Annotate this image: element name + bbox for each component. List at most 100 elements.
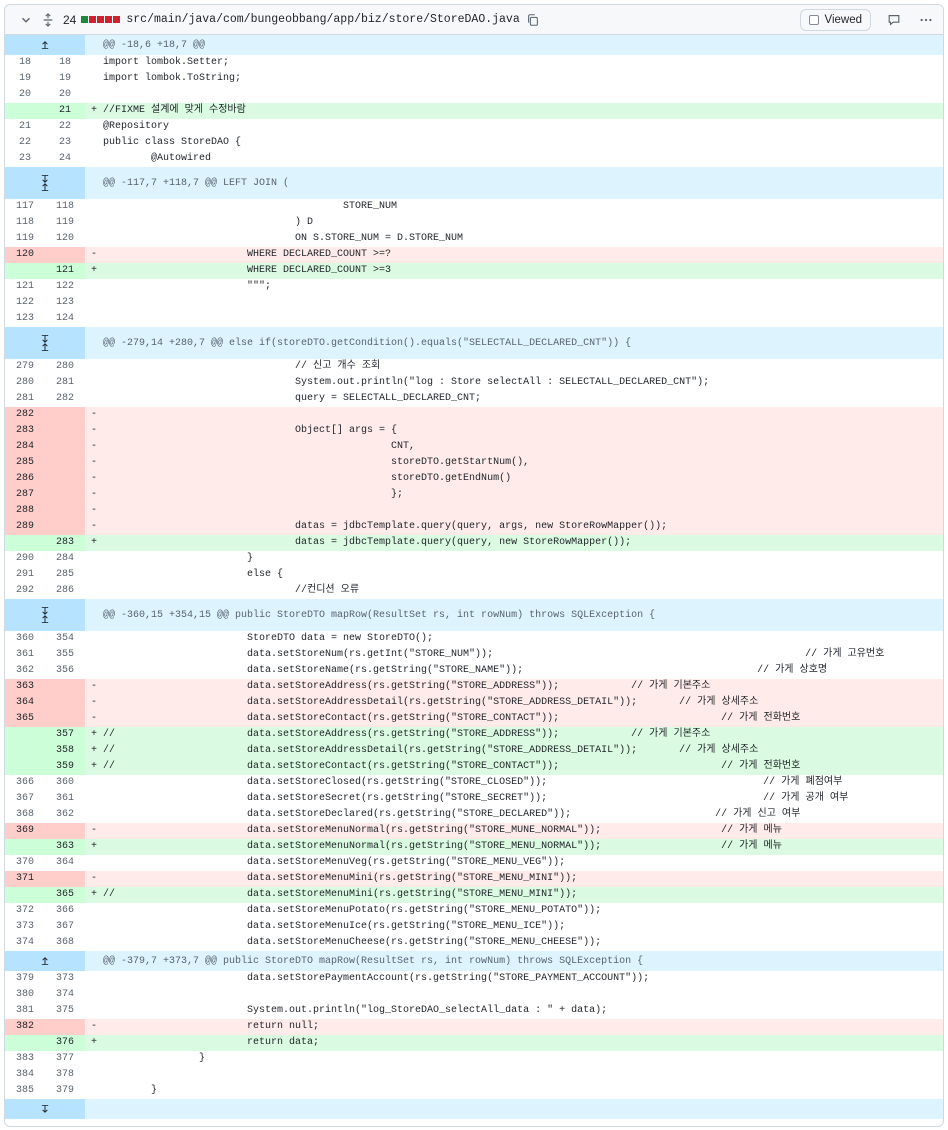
fold-up-icon[interactable] bbox=[41, 615, 49, 623]
new-line-number[interactable] bbox=[45, 471, 85, 487]
new-line-number[interactable]: 285 bbox=[45, 567, 85, 583]
old-line-number[interactable]: 284 bbox=[5, 439, 45, 455]
new-line-number[interactable]: 379 bbox=[45, 1083, 85, 1099]
context-line[interactable]: 281 282 query = SELECTALL_DECLARED_CNT; bbox=[5, 391, 943, 407]
new-line-number[interactable]: 123 bbox=[45, 295, 85, 311]
hunk-expander[interactable] bbox=[5, 599, 85, 631]
context-line[interactable]: 366 360 data.setStoreClosed(rs.getString(… bbox=[5, 775, 943, 791]
context-line[interactable]: 379 373 data.setStorePaymentAccount(rs.ge… bbox=[5, 971, 943, 987]
deleted-line[interactable]: 369 - data.setStoreMenuNormal(rs.getStrin… bbox=[5, 823, 943, 839]
new-line-number[interactable]: 20 bbox=[45, 87, 85, 103]
old-line-number[interactable]: 369 bbox=[5, 823, 45, 839]
new-line-number[interactable]: 281 bbox=[45, 375, 85, 391]
context-line[interactable]: 18 18 import lombok.Setter; bbox=[5, 55, 943, 71]
old-line-number[interactable]: 365 bbox=[5, 711, 45, 727]
new-line-number[interactable]: 24 bbox=[45, 151, 85, 167]
old-line-number[interactable] bbox=[5, 839, 45, 855]
old-line-number[interactable]: 364 bbox=[5, 695, 45, 711]
new-line-number[interactable] bbox=[45, 679, 85, 695]
context-line[interactable]: 20 20 bbox=[5, 87, 943, 103]
copy-icon[interactable] bbox=[524, 11, 542, 29]
new-line-number[interactable]: 374 bbox=[45, 987, 85, 1003]
new-line-number[interactable]: 286 bbox=[45, 583, 85, 599]
added-line[interactable]: 359 + // data.setStoreContact(rs.getString… bbox=[5, 759, 943, 775]
old-line-number[interactable]: 381 bbox=[5, 1003, 45, 1019]
context-line[interactable]: 380 374 bbox=[5, 987, 943, 1003]
new-line-number[interactable]: 280 bbox=[45, 359, 85, 375]
old-line-number[interactable]: 287 bbox=[5, 487, 45, 503]
new-line-number[interactable] bbox=[45, 455, 85, 471]
deleted-line[interactable]: 371 - data.setStoreMenuMini(rs.getString(… bbox=[5, 871, 943, 887]
old-line-number[interactable] bbox=[5, 1035, 45, 1051]
new-line-number[interactable]: 122 bbox=[45, 279, 85, 295]
context-line[interactable]: 280 281 System.out.println("log : Store s… bbox=[5, 375, 943, 391]
old-line-number[interactable]: 363 bbox=[5, 679, 45, 695]
deleted-line[interactable]: 287 - }; bbox=[5, 487, 943, 503]
new-line-number[interactable]: 362 bbox=[45, 807, 85, 823]
deleted-line[interactable]: 364 - data.setStoreAddressDetail(rs.getSt… bbox=[5, 695, 943, 711]
old-line-number[interactable]: 289 bbox=[5, 519, 45, 535]
old-line-number[interactable]: 371 bbox=[5, 871, 45, 887]
added-line[interactable]: 21 + //FIXME 설계에 맞게 수정바람 bbox=[5, 103, 943, 119]
new-line-number[interactable]: 120 bbox=[45, 231, 85, 247]
hunk-expander[interactable] bbox=[5, 167, 85, 199]
new-line-number[interactable]: 366 bbox=[45, 903, 85, 919]
context-line[interactable]: 122 123 bbox=[5, 295, 943, 311]
old-line-number[interactable]: 382 bbox=[5, 1019, 45, 1035]
context-line[interactable]: 383 377 } bbox=[5, 1051, 943, 1067]
comment-icon[interactable] bbox=[885, 11, 903, 29]
old-line-number[interactable]: 283 bbox=[5, 423, 45, 439]
new-line-number[interactable] bbox=[45, 823, 85, 839]
new-line-number[interactable]: 357 bbox=[45, 727, 85, 743]
new-line-number[interactable]: 361 bbox=[45, 791, 85, 807]
old-line-number[interactable]: 119 bbox=[5, 231, 45, 247]
new-line-number[interactable] bbox=[45, 503, 85, 519]
fold-down-icon[interactable] bbox=[41, 607, 49, 615]
new-line-number[interactable]: 119 bbox=[45, 215, 85, 231]
deleted-line[interactable]: 365 - data.setStoreContact(rs.getString("… bbox=[5, 711, 943, 727]
context-line[interactable]: 373 367 data.setStoreMenuIce(rs.getString… bbox=[5, 919, 943, 935]
context-line[interactable]: 372 366 data.setStoreMenuPotato(rs.getStr… bbox=[5, 903, 943, 919]
added-line[interactable]: 357 + // data.setStoreAddress(rs.getString… bbox=[5, 727, 943, 743]
fold-up-icon[interactable] bbox=[41, 183, 49, 191]
old-line-number[interactable]: 383 bbox=[5, 1051, 45, 1067]
hunk-expander[interactable] bbox=[5, 951, 85, 971]
deleted-line[interactable]: 286 - storeDTO.getEndNum() bbox=[5, 471, 943, 487]
deleted-line[interactable]: 282 - bbox=[5, 407, 943, 423]
new-line-number[interactable]: 368 bbox=[45, 935, 85, 951]
new-line-number[interactable]: 378 bbox=[45, 1067, 85, 1083]
new-line-number[interactable]: 363 bbox=[45, 839, 85, 855]
context-line[interactable]: 384 378 bbox=[5, 1067, 943, 1083]
added-line[interactable]: 376 + return data; bbox=[5, 1035, 943, 1051]
new-line-number[interactable] bbox=[45, 423, 85, 439]
old-line-number[interactable]: 18 bbox=[5, 55, 45, 71]
context-line[interactable]: 385 379 } bbox=[5, 1083, 943, 1099]
new-line-number[interactable]: 23 bbox=[45, 135, 85, 151]
context-line[interactable]: 368 362 data.setStoreDeclared(rs.getStrin… bbox=[5, 807, 943, 823]
new-line-number[interactable]: 121 bbox=[45, 263, 85, 279]
old-line-number[interactable]: 282 bbox=[5, 407, 45, 423]
context-line[interactable]: 279 280 // 신고 개수 조회 bbox=[5, 359, 943, 375]
fold-down-icon[interactable] bbox=[41, 175, 49, 183]
kebab-horizontal-icon[interactable] bbox=[917, 11, 935, 29]
new-line-number[interactable]: 124 bbox=[45, 311, 85, 327]
new-line-number[interactable]: 282 bbox=[45, 391, 85, 407]
old-line-number[interactable]: 361 bbox=[5, 647, 45, 663]
new-line-number[interactable]: 359 bbox=[45, 759, 85, 775]
old-line-number[interactable]: 360 bbox=[5, 631, 45, 647]
context-line[interactable]: 374 368 data.setStoreMenuCheese(rs.getStr… bbox=[5, 935, 943, 951]
context-line[interactable]: 21 22 @Repository bbox=[5, 119, 943, 135]
old-line-number[interactable]: 281 bbox=[5, 391, 45, 407]
old-line-number[interactable]: 118 bbox=[5, 215, 45, 231]
old-line-number[interactable]: 379 bbox=[5, 971, 45, 987]
old-line-number[interactable] bbox=[5, 759, 45, 775]
fold-up-icon[interactable] bbox=[41, 957, 49, 965]
context-line[interactable]: 362 356 data.setStoreName(rs.getString("S… bbox=[5, 663, 943, 679]
chevron-down-icon[interactable] bbox=[17, 11, 35, 29]
old-line-number[interactable]: 374 bbox=[5, 935, 45, 951]
new-line-number[interactable]: 377 bbox=[45, 1051, 85, 1067]
new-line-number[interactable]: 365 bbox=[45, 887, 85, 903]
new-line-number[interactable]: 18 bbox=[45, 55, 85, 71]
old-line-number[interactable]: 122 bbox=[5, 295, 45, 311]
new-line-number[interactable]: 354 bbox=[45, 631, 85, 647]
